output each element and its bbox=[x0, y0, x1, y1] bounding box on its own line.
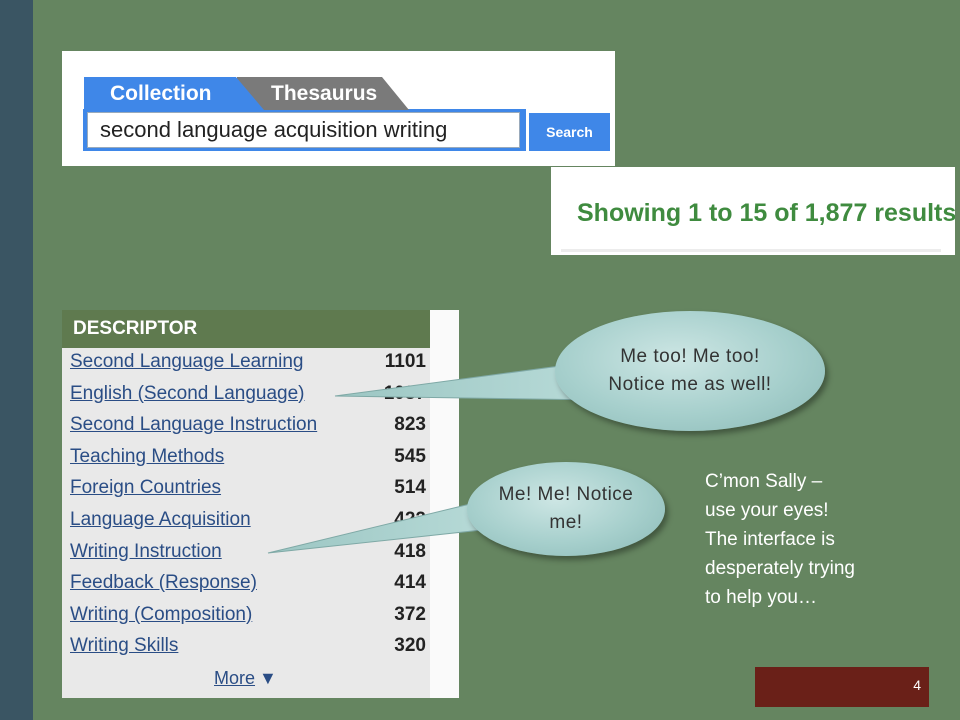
caption-line: The interface is bbox=[705, 529, 835, 550]
callout-bubble-first: Me too! Me too! Notice me as well! bbox=[555, 311, 825, 431]
page-number-box: 4 bbox=[755, 667, 929, 707]
caption-line: C’mon Sally – bbox=[705, 471, 823, 492]
caption-text: C’mon Sally – use your eyes! The interfa… bbox=[705, 467, 855, 612]
callout-text-first: Me too! Me too! Notice me as well! bbox=[608, 346, 772, 395]
tab-thesaurus[interactable]: Thesaurus bbox=[237, 77, 409, 110]
callout-tail-second bbox=[267, 497, 501, 554]
page-number: 4 bbox=[913, 677, 921, 693]
caption-line: desperately trying bbox=[705, 558, 855, 579]
caption-line: to help you… bbox=[705, 587, 817, 608]
callout-text-second: Me! Me! Notice me! bbox=[498, 484, 634, 533]
tab-collection[interactable]: Collection bbox=[84, 77, 264, 110]
caption-line: use your eyes! bbox=[705, 500, 829, 521]
callout-bubble-second: Me! Me! Notice me! bbox=[467, 462, 665, 556]
